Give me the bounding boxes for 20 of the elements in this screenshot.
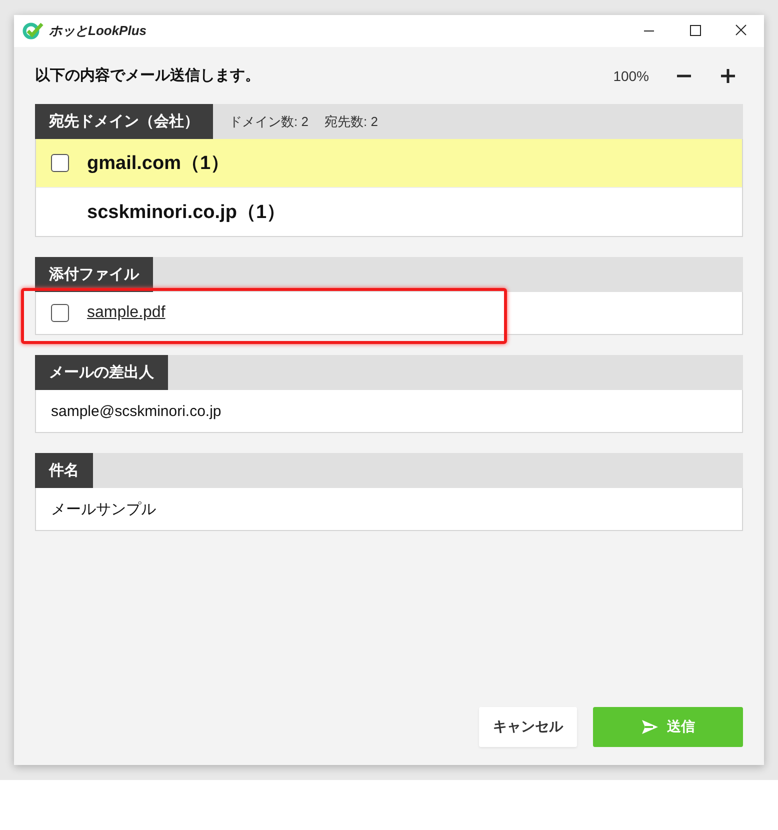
send-icon [641,719,659,735]
domain-row[interactable]: scskminori.co.jp（1） [36,187,742,236]
checkbox[interactable] [51,304,69,322]
field-value: sample@scskminori.co.jp [51,402,222,420]
section-title: メールの差出人 [35,355,168,390]
domain-row[interactable]: gmail.com（1） [36,139,742,187]
heading: 以下の内容でメール送信します。 [35,66,260,85]
file-link[interactable]: sample.pdf [87,304,166,322]
app-title: ホッとLookPlus [49,22,147,40]
cancel-button[interactable]: キャンセル [479,707,577,747]
field-value: メールサンプル [51,500,156,518]
zoom-level: 100% [613,68,649,84]
domain-name: gmail.com（1） [87,152,230,176]
section-title: 宛先ドメイン（会社） [35,104,213,139]
count-label: 宛先数: 2 [324,112,378,130]
domain-name: scskminori.co.jp（1） [87,201,286,225]
checkbox[interactable] [51,154,69,172]
section-title: 件名 [35,453,93,488]
count-label: ドメイン数: 2 [229,112,308,130]
logo-icon [22,21,44,41]
